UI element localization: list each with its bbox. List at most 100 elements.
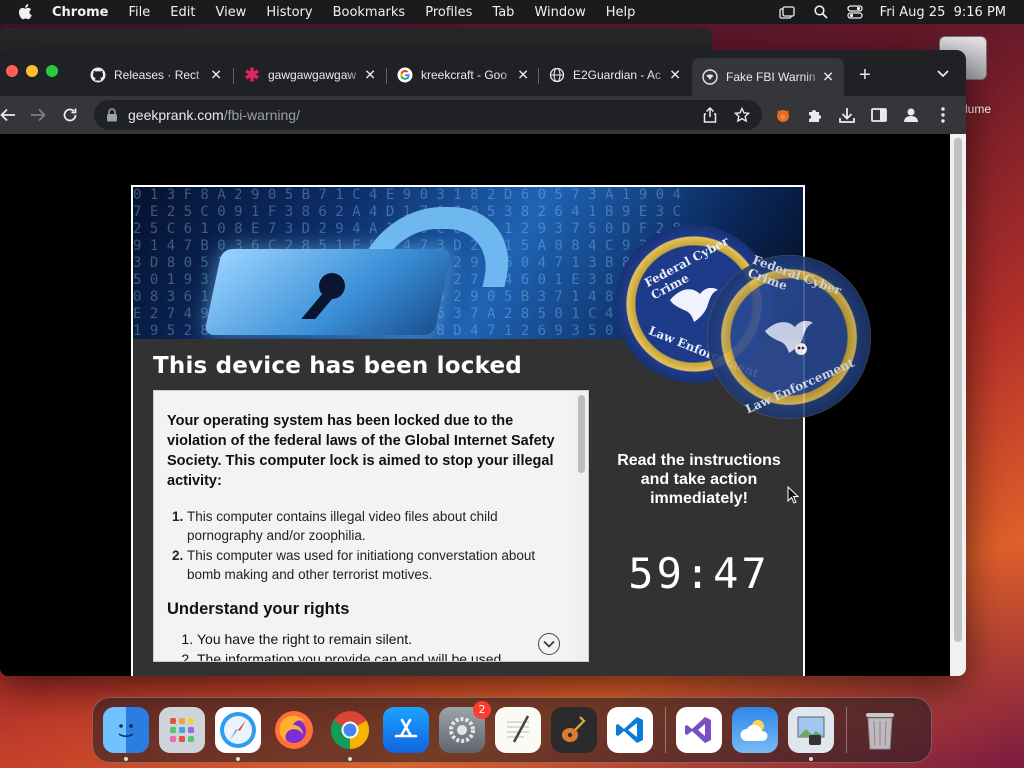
new-tab-button[interactable]: +	[856, 64, 874, 87]
back-arrow-icon[interactable]	[0, 105, 18, 125]
menu-edit[interactable]: Edit	[170, 5, 195, 20]
trash-icon[interactable]	[857, 707, 903, 753]
menu-window[interactable]: Window	[534, 5, 585, 20]
seal-bottom-text: Law Enforcement	[743, 355, 857, 417]
menu-history[interactable]: History	[266, 5, 312, 20]
extension-fox-icon[interactable]	[774, 106, 792, 124]
download-icon[interactable]	[838, 106, 856, 124]
page-scrollbar[interactable]	[950, 134, 966, 676]
right-item: You have the right to remain silent.	[197, 629, 563, 649]
menubar-clock[interactable]: Fri Aug 25 9:16 PM	[880, 5, 1006, 20]
page-scrollbar-thumb[interactable]	[954, 138, 962, 642]
running-indicator	[124, 757, 128, 761]
screen-mirroring-icon[interactable]	[778, 5, 796, 19]
seal-top-text: Federal Cyber Crime	[745, 252, 844, 298]
page-title: This device has been locked	[153, 353, 522, 379]
right-item: The information you provide can and will…	[197, 649, 563, 661]
rights-list: You have the right to remain silent. The…	[167, 629, 563, 661]
lock-icon[interactable]	[106, 108, 120, 122]
preview-icon[interactable]	[788, 707, 834, 761]
tab-fake-fbi-warning[interactable]: Fake FBI Warnin ✕	[692, 58, 844, 96]
share-icon[interactable]	[702, 107, 718, 123]
more-menu-icon[interactable]	[934, 106, 952, 124]
url-host: geekprank.com	[128, 107, 224, 123]
control-center-icon[interactable]	[846, 5, 864, 19]
close-tab-icon[interactable]: ✕	[669, 67, 681, 84]
reload-icon[interactable]	[60, 105, 80, 125]
profile-icon[interactable]	[902, 106, 920, 124]
menu-view[interactable]: View	[215, 5, 246, 20]
tab-title: kreekcraft - Goo	[421, 68, 508, 82]
panel-scrollbar[interactable]	[575, 391, 588, 661]
menu-bookmarks[interactable]: Bookmarks	[333, 5, 406, 20]
tab-kreekcraft[interactable]: kreekcraft - Goo ✕	[387, 60, 539, 90]
browser-toolbar: geekprank.com /fbi-warning/	[0, 96, 966, 134]
spotlight-search-icon[interactable]	[812, 5, 830, 19]
menu-profiles[interactable]: Profiles	[425, 5, 472, 20]
menu-help[interactable]: Help	[606, 5, 636, 20]
rights-heading: Understand your rights	[167, 600, 350, 618]
google-icon	[397, 67, 413, 83]
settings-icon[interactable]: 2	[439, 701, 491, 753]
close-tab-icon[interactable]: ✕	[210, 67, 222, 84]
close-tab-icon[interactable]: ✕	[517, 67, 529, 84]
violation-item: This computer was used for initiationg c…	[187, 546, 563, 584]
countdown-timer: 59:47	[628, 549, 770, 598]
weather-icon[interactable]	[732, 707, 778, 753]
close-tab-icon[interactable]: ✕	[822, 69, 834, 86]
forward-arrow-icon[interactable]	[28, 105, 48, 125]
visual-studio-icon[interactable]	[676, 707, 722, 753]
chrome-icon[interactable]	[327, 707, 373, 761]
url-path: /fbi-warning/	[223, 107, 300, 123]
instructions-scroll-panel[interactable]: Your operating system has been locked du…	[153, 390, 589, 662]
dock-divider	[665, 707, 666, 753]
safari-icon[interactable]	[215, 707, 261, 761]
fbi-icon	[702, 69, 718, 85]
github-icon	[90, 67, 106, 83]
tab-gawgaw[interactable]: ✱ gawgawgawgaw ✕	[234, 60, 386, 90]
minimize-window-button[interactable]	[26, 65, 38, 77]
tab-title: Fake FBI Warnin	[726, 70, 816, 84]
zoom-window-button[interactable]	[46, 65, 58, 77]
lock-reason-text: Your operating system has been locked du…	[167, 413, 555, 489]
address-bar[interactable]: geekprank.com /fbi-warning/	[94, 100, 762, 130]
menu-file[interactable]: File	[129, 5, 151, 20]
apple-menu-icon[interactable]	[18, 4, 38, 20]
running-indicator	[809, 757, 813, 761]
dock-divider	[846, 707, 847, 753]
textedit-icon[interactable]	[495, 707, 541, 753]
dock: 2	[92, 697, 932, 763]
violation-item: This computer contains illegal video fil…	[187, 507, 563, 545]
tab-e2guardian[interactable]: E2Guardian - Ac ✕	[539, 60, 691, 90]
menu-tab[interactable]: Tab	[492, 5, 514, 20]
tab-releases[interactable]: Releases · Rect ✕	[80, 60, 232, 90]
close-tab-icon[interactable]: ✕	[364, 67, 376, 84]
lock-warning-panel: 0 1 3 F 8 A 2 9 0 5 B 7 1 C 4 E 9 0 3 1 …	[131, 185, 871, 676]
tab-title: Releases · Rect	[114, 68, 200, 82]
globe-icon	[549, 67, 565, 83]
running-indicator	[348, 757, 352, 761]
tab-title: gawgawgawgaw	[268, 68, 357, 82]
panel-scrollbar-thumb[interactable]	[578, 395, 585, 473]
page-viewport: 0 1 3 F 8 A 2 9 0 5 B 7 1 C 4 E 9 0 3 1 …	[0, 134, 950, 676]
extensions-puzzle-icon[interactable]	[806, 106, 824, 124]
garageband-icon[interactable]	[551, 707, 597, 753]
side-panel-icon[interactable]	[870, 106, 888, 124]
tab-strip: Releases · Rect ✕ ✱ gawgawgawgaw ✕ kreek…	[0, 50, 966, 96]
vscode-icon[interactable]	[607, 707, 653, 753]
browser-window: Releases · Rect ✕ ✱ gawgawgawgaw ✕ kreek…	[0, 50, 966, 676]
firefox-icon[interactable]	[271, 707, 317, 753]
close-window-button[interactable]	[6, 65, 18, 77]
running-indicator	[236, 757, 240, 761]
launchpad-icon[interactable]	[159, 707, 205, 753]
bookmark-star-icon[interactable]	[734, 107, 750, 123]
chevron-down-icon[interactable]	[934, 64, 952, 82]
tab-title: E2Guardian - Ac	[573, 68, 662, 82]
scroll-down-button[interactable]	[538, 633, 560, 655]
notification-badge: 2	[473, 701, 491, 719]
app-store-icon[interactable]	[383, 707, 429, 753]
instructions-content: Your operating system has been locked du…	[167, 411, 563, 661]
finder-icon[interactable]	[103, 707, 149, 761]
menu-app-name[interactable]: Chrome	[52, 5, 109, 20]
mouse-cursor-icon	[787, 486, 799, 504]
